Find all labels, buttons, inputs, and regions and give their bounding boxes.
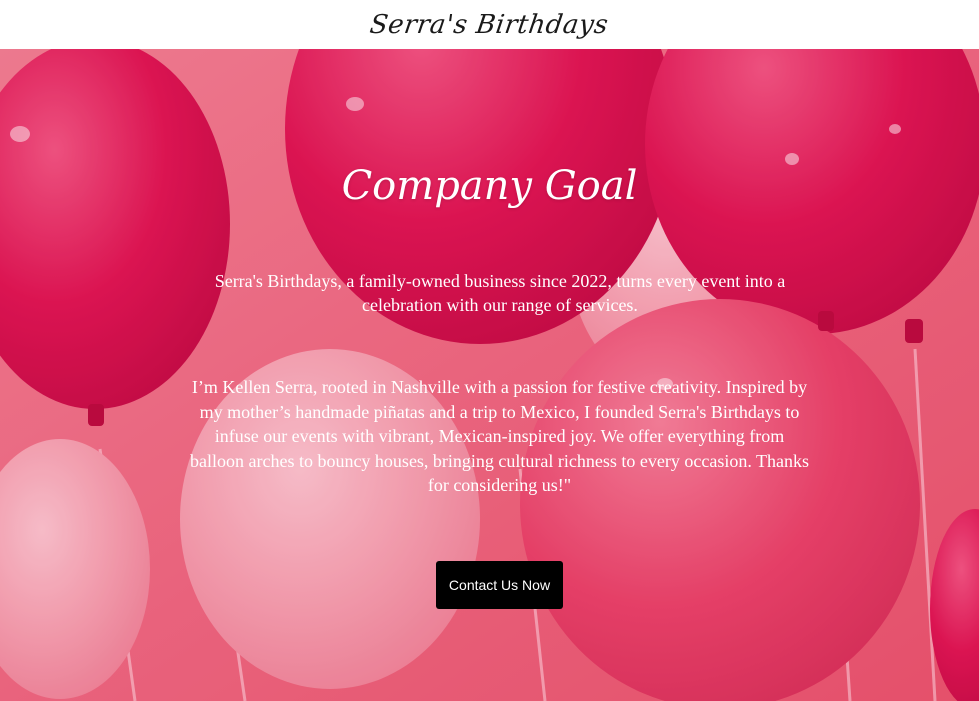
contact-us-button[interactable]: Contact Us Now [436, 561, 563, 609]
company-goal-section: Company Goal Serra's Birthdays, a family… [0, 49, 979, 701]
hero-content: Company Goal Serra's Birthdays, a family… [0, 49, 979, 701]
site-logo[interactable]: Serra's Birthdays [368, 10, 610, 40]
site-header: Serra's Birthdays [0, 0, 979, 49]
page-title: Company Goal [341, 163, 638, 209]
founder-bio-paragraph: I’m Kellen Serra, rooted in Nashville wi… [189, 377, 809, 495]
intro-paragraph: Serra's Birthdays, a family-owned busine… [214, 271, 786, 315]
